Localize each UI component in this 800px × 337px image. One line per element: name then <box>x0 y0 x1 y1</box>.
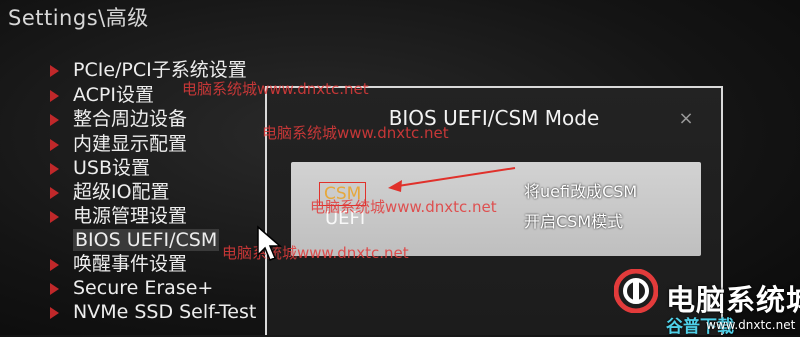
annotation-text-1: 将uefi改成CSM <box>524 182 638 201</box>
watermark: 电脑系统城www.dnxtc.net <box>222 244 409 262</box>
watermark: 电脑系统城www.dnxtc.net <box>182 80 369 98</box>
mouse-cursor-icon <box>257 225 282 261</box>
watermark: 电脑系统城www.dnxtc.net <box>262 124 449 142</box>
watermark: 电脑系统城www.dnxtc.net <box>310 198 497 216</box>
annotation-text-2: 开启CSM模式 <box>524 212 624 231</box>
brand-logo-icon <box>614 269 658 313</box>
brand-url: www.dnxtc.net <box>706 318 796 332</box>
